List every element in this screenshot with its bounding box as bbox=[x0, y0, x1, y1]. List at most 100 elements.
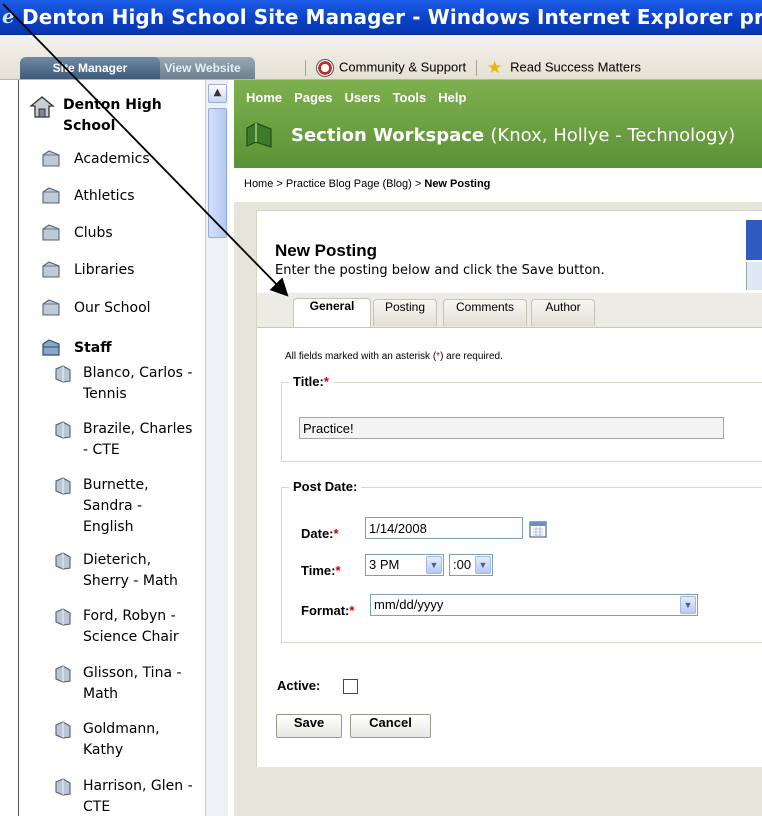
required-asterisk: * bbox=[333, 526, 339, 541]
required-asterisk: * bbox=[335, 563, 341, 578]
staff-member-line: Harrison, Glen - bbox=[83, 778, 193, 794]
breadcrumb-bar: Home > Practice Blog Page (Blog) > New P… bbox=[234, 168, 762, 202]
staff-member-line: Ford, Robyn - bbox=[83, 608, 176, 624]
divider bbox=[476, 60, 478, 76]
divider bbox=[305, 60, 306, 76]
folder-icon bbox=[42, 150, 60, 167]
read-success-matters-link[interactable]: Read Success Matters bbox=[510, 59, 641, 74]
tree-item-libraries[interactable]: Libraries bbox=[74, 260, 134, 281]
site-tab-bar: View Website Site Manager Community & Su… bbox=[0, 35, 762, 80]
time-label-text: Time: bbox=[301, 563, 336, 578]
menu-pages[interactable]: Pages bbox=[294, 90, 332, 105]
menu-users[interactable]: Users bbox=[344, 90, 380, 105]
community-support-link[interactable]: Community & Support bbox=[339, 59, 466, 74]
tree-item-our-school[interactable]: Our School bbox=[74, 298, 151, 319]
folder-icon bbox=[42, 224, 60, 241]
tree-item-staff-member[interactable]: Glisson, Tina - Math bbox=[83, 663, 182, 705]
format-label-text: Format: bbox=[301, 603, 350, 618]
tree-item-academics[interactable]: Academics bbox=[74, 149, 150, 170]
tree-item-staff-member[interactable]: Dieterich, Sherry - Math bbox=[83, 550, 178, 592]
workspace-title: Section Workspace (Knox, Hollye - Techno… bbox=[291, 125, 735, 146]
page-icon bbox=[55, 778, 71, 796]
window-title: Denton High School Site Manager - Window… bbox=[22, 5, 762, 29]
time-minute-select[interactable]: :00 ▼ bbox=[449, 554, 493, 576]
folder-open-icon bbox=[42, 339, 60, 356]
menu-help[interactable]: Help bbox=[438, 90, 466, 105]
clipped-widget-edge bbox=[746, 262, 762, 290]
form-tabs: General Posting Comments Author bbox=[257, 293, 762, 328]
workspace-subtitle: (Knox, Hollye - Technology) bbox=[490, 125, 736, 146]
cancel-button[interactable]: Cancel bbox=[350, 714, 431, 738]
format-select[interactable]: mm/dd/yyyy ▼ bbox=[370, 594, 698, 616]
tree-item-staff[interactable]: Staff bbox=[74, 338, 112, 359]
folder-icon bbox=[42, 299, 60, 316]
top-links: Community & Support ★ Read Success Matters bbox=[295, 59, 641, 79]
workspace-header: Home Pages Users Tools Help Section Workspac… bbox=[234, 80, 762, 168]
tree-item-staff-member[interactable]: Blanco, Carlos - Tennis bbox=[83, 363, 192, 405]
top-menu: Home Pages Users Tools Help bbox=[246, 90, 478, 105]
tree-item-staff-member[interactable]: Ford, Robyn - Science Chair bbox=[83, 606, 179, 648]
window-title-bar: e Denton High School Site Manager - Wind… bbox=[0, 0, 762, 35]
page-description: Enter the posting below and click the Sa… bbox=[275, 263, 605, 278]
sidebar-scrollbar[interactable]: ▲ bbox=[205, 80, 228, 816]
title-input[interactable]: Practice! bbox=[299, 417, 724, 439]
workspace-title-text: Section Workspace bbox=[291, 125, 485, 146]
tab-site-manager[interactable]: Site Manager bbox=[20, 57, 160, 79]
menu-home[interactable]: Home bbox=[246, 90, 282, 105]
format-label: Format:* bbox=[301, 603, 354, 618]
staff-member-line: English bbox=[83, 519, 134, 535]
required-asterisk: * bbox=[323, 374, 329, 389]
page-title: New Posting bbox=[275, 241, 378, 260]
page-icon bbox=[55, 477, 71, 495]
staff-member-line: Kathy bbox=[83, 742, 124, 758]
chevron-down-icon: ▼ bbox=[426, 556, 442, 574]
staff-member-line: Tennis bbox=[83, 386, 127, 402]
clipped-widget-edge bbox=[746, 220, 762, 260]
required-asterisk: * bbox=[349, 603, 355, 618]
time-hour-select[interactable]: 3 PM ▼ bbox=[365, 554, 444, 576]
page-icon bbox=[55, 552, 71, 570]
save-button[interactable]: Save bbox=[276, 714, 342, 738]
breadcrumb-path[interactable]: Home > Practice Blog Page (Blog) > bbox=[244, 178, 424, 190]
tab-general[interactable]: General bbox=[293, 298, 371, 327]
staff-member-line: Goldmann, bbox=[83, 721, 160, 737]
format-value: mm/dd/yyyy bbox=[374, 597, 444, 612]
calendar-icon[interactable] bbox=[529, 520, 547, 538]
required-note-text-end: ) are required. bbox=[440, 351, 503, 362]
tree-item-staff-member[interactable]: Burnette, Sandra - English bbox=[83, 475, 149, 538]
staff-member-line: Math bbox=[83, 686, 119, 702]
date-input[interactable]: 1/14/2008 bbox=[365, 517, 523, 539]
scroll-thumb[interactable] bbox=[208, 108, 227, 238]
active-checkbox[interactable] bbox=[343, 679, 358, 694]
internet-explorer-icon: e bbox=[2, 4, 15, 28]
tab-author[interactable]: Author bbox=[531, 299, 595, 326]
tree-item-athletics[interactable]: Athletics bbox=[74, 186, 135, 207]
tree-item-clubs[interactable]: Clubs bbox=[74, 223, 113, 244]
staff-member-line: Dieterich, bbox=[83, 552, 152, 568]
tree-item-staff-member[interactable]: Brazile, Charles - CTE bbox=[83, 419, 192, 461]
breadcrumb: Home > Practice Blog Page (Blog) > New P… bbox=[244, 178, 490, 190]
tree-root-label[interactable]: Denton High School bbox=[63, 95, 162, 137]
page-icon bbox=[55, 608, 71, 626]
time-hour-value: 3 PM bbox=[369, 557, 400, 572]
menu-tools[interactable]: Tools bbox=[393, 90, 427, 105]
title-legend: Title:* bbox=[289, 374, 333, 389]
tree-item-staff-member[interactable]: Harrison, Glen - CTE bbox=[83, 776, 193, 816]
staff-member-line: CTE bbox=[83, 799, 111, 815]
tree-item-staff-member[interactable]: Goldmann, Kathy bbox=[83, 719, 160, 761]
folder-icon bbox=[42, 261, 60, 278]
time-minute-value: :00 bbox=[453, 557, 472, 572]
staff-member-line: Blanco, Carlos - bbox=[83, 365, 193, 381]
tab-comments[interactable]: Comments bbox=[443, 299, 527, 326]
scroll-up-arrow-icon[interactable]: ▲ bbox=[208, 84, 227, 103]
page-icon bbox=[55, 665, 71, 683]
staff-member-line: Burnette, bbox=[83, 477, 149, 493]
tab-posting[interactable]: Posting bbox=[373, 299, 437, 326]
tree-root-line2: School bbox=[63, 118, 116, 134]
date-label-text: Date: bbox=[301, 526, 334, 541]
tab-view-website[interactable]: View Website bbox=[150, 57, 255, 79]
site-tree-sidebar: Denton High School Academics Athletics Clu… bbox=[18, 80, 229, 816]
new-posting-panel: New Posting Enter the posting below and … bbox=[256, 210, 762, 767]
lifebuoy-icon bbox=[316, 59, 334, 77]
staff-member-line: Brazile, Charles bbox=[83, 421, 193, 437]
